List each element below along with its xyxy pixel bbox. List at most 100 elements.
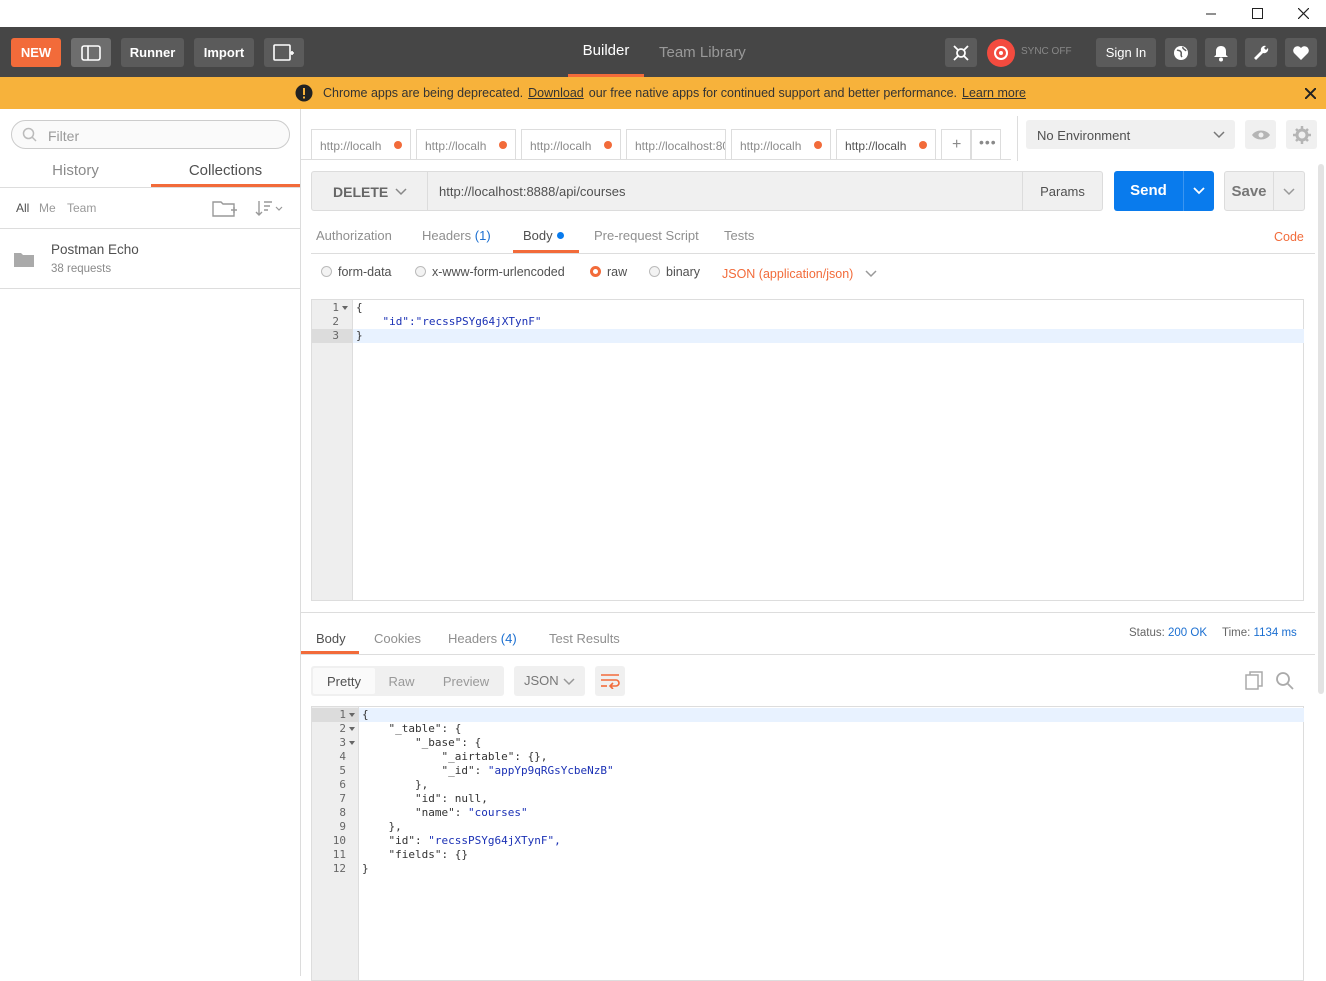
request-tab[interactable]: http://localh (311, 129, 411, 160)
tab-team-library[interactable]: Team Library (659, 27, 746, 77)
params-button[interactable]: Params (1022, 171, 1103, 211)
response-format-select[interactable]: JSON (514, 666, 585, 696)
request-tab[interactable]: http://localh (416, 129, 516, 160)
mode-urlencoded[interactable]: x-www-form-urlencoded (415, 265, 565, 279)
sort-icon[interactable] (254, 198, 284, 218)
fold-arrow-icon (349, 741, 355, 745)
radio-binary[interactable] (649, 266, 660, 277)
notifications-button[interactable] (1205, 38, 1237, 67)
radio-form-data[interactable] (321, 266, 332, 277)
sign-in-button[interactable]: Sign In (1096, 38, 1156, 67)
view-preview[interactable]: Preview (428, 668, 504, 694)
tab-authorization[interactable]: Authorization (316, 228, 392, 243)
close-banner-icon[interactable] (1305, 88, 1316, 99)
environment-select[interactable]: No Environment (1026, 120, 1235, 149)
wrap-lines-button[interactable] (595, 666, 625, 696)
unsaved-dot (604, 141, 612, 149)
add-tab-button[interactable]: + (941, 129, 971, 160)
headers-count: (1) (474, 228, 491, 243)
tab-builder[interactable]: Builder (568, 27, 644, 77)
response-tab-body[interactable]: Body (301, 624, 359, 654)
send-button[interactable]: Send (1114, 171, 1183, 211)
minimize-icon (1206, 13, 1216, 14)
request-tab[interactable]: http://localhost:80 (626, 129, 726, 160)
code-line: "_airtable": {}, (362, 750, 548, 763)
response-tab-headers[interactable]: Headers (4) (448, 631, 517, 646)
view-raw[interactable]: Raw (375, 668, 428, 694)
maximize-icon (1251, 8, 1263, 19)
sync-status-button[interactable] (987, 39, 1015, 67)
filter-team[interactable]: Team (67, 201, 96, 215)
sidebar-toggle-button[interactable] (71, 38, 111, 67)
response-tab-test-results[interactable]: Test Results (549, 631, 620, 646)
line-number: 10 (332, 834, 346, 847)
tab-pre-request-script[interactable]: Pre-request Script (594, 228, 699, 243)
collection-item[interactable]: Postman Echo 38 requests (0, 229, 300, 289)
request-tab[interactable]: http://localh (521, 129, 621, 160)
time-label: Time: (1222, 627, 1251, 639)
filter-all[interactable]: All (16, 201, 29, 215)
search-icon[interactable] (1275, 671, 1295, 691)
tab-headers[interactable]: Headers (1) (422, 228, 491, 243)
main-scrollbar[interactable] (1318, 164, 1324, 694)
response-tab-cookies[interactable]: Cookies (374, 631, 421, 646)
mode-binary[interactable]: binary (649, 265, 700, 279)
new-window-icon (273, 43, 294, 61)
new-window-button[interactable] (264, 38, 304, 67)
more-icon: ••• (979, 134, 997, 150)
tab-tests[interactable]: Tests (724, 228, 754, 243)
chevron-down-icon (1193, 187, 1205, 195)
settings-button[interactable] (1245, 38, 1277, 67)
code-link[interactable]: Code (1274, 230, 1304, 244)
sidebar-filter[interactable]: Filter (11, 120, 290, 149)
favorite-button[interactable] (1285, 38, 1317, 67)
close-window-button[interactable] (1280, 0, 1326, 27)
send-options-button[interactable] (1183, 171, 1214, 211)
maximize-button[interactable] (1234, 0, 1280, 27)
response-headers-count: (4) (500, 631, 517, 646)
mode-raw[interactable]: raw (590, 265, 627, 279)
radio-raw[interactable] (590, 266, 601, 277)
copy-icon[interactable] (1245, 671, 1265, 691)
more-tabs-button[interactable]: ••• (971, 129, 1001, 160)
tab-collections[interactable]: Collections (151, 157, 300, 187)
runner-button[interactable]: Runner (121, 38, 184, 67)
divider (0, 187, 300, 188)
content-type-select[interactable]: JSON (application/json) (722, 267, 877, 281)
tab-history[interactable]: History (0, 157, 151, 187)
chevron-down-icon (395, 188, 407, 196)
chevron-down-icon (563, 678, 575, 686)
request-body-editor[interactable]: 1 2 3 { "id":"recssPSYg64jXTynF" } (311, 299, 1304, 601)
radio-urlencoded[interactable] (415, 266, 426, 277)
request-tab-active[interactable]: http://localh (836, 129, 936, 160)
url-input[interactable]: http://localhost:8888/api/courses (427, 171, 1024, 211)
response-body-viewer[interactable]: 1 2 3 4 5 6 7 8 9 10 11 12 { "_table": {… (311, 706, 1304, 981)
body-indicator-dot (557, 232, 564, 239)
import-button[interactable]: Import (194, 38, 254, 67)
mode-form-data-label: form-data (338, 265, 392, 279)
request-tab[interactable]: http://localh (731, 129, 831, 160)
manage-environments-button[interactable] (1286, 120, 1317, 149)
response-tab-headers-label: Headers (448, 631, 498, 646)
minimize-button[interactable] (1188, 0, 1234, 27)
save-button[interactable]: Save (1224, 171, 1274, 211)
environment-quick-look-button[interactable] (1245, 120, 1276, 149)
new-collection-icon[interactable] (212, 198, 238, 218)
download-link[interactable]: Download (528, 86, 584, 100)
view-pretty[interactable]: Pretty (313, 668, 375, 694)
learn-more-link[interactable]: Learn more (962, 86, 1026, 100)
save-options-button[interactable] (1273, 171, 1305, 211)
api-network-button[interactable] (1165, 38, 1197, 67)
banner-text: Chrome apps are being deprecated. (323, 86, 524, 100)
fold-arrow-icon (349, 727, 355, 731)
tab-body[interactable]: Body (513, 220, 579, 253)
mode-form-data[interactable]: form-data (321, 265, 392, 279)
code-line: } (356, 329, 363, 342)
new-button[interactable]: NEW (11, 38, 61, 67)
code-line: "_id": "appYp9qRGsYcbeNzB" (362, 764, 614, 777)
method-select[interactable]: DELETE (311, 171, 428, 211)
warning-icon (295, 84, 313, 102)
wrench-icon (1254, 45, 1269, 60)
interceptor-button[interactable] (945, 38, 977, 67)
filter-me[interactable]: Me (39, 201, 56, 215)
